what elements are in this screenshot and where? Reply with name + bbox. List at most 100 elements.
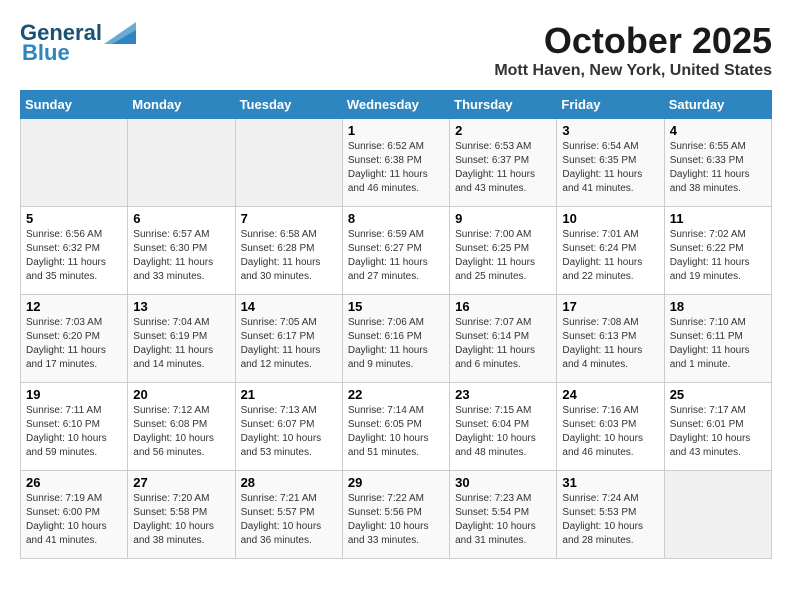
sunrise-label: Sunrise: 7:07 AM bbox=[455, 317, 531, 328]
calendar-cell bbox=[128, 119, 235, 207]
day-number: 27 bbox=[133, 475, 229, 490]
header: General Blue October 2025 Mott Haven, Ne… bbox=[20, 20, 772, 80]
weekday-header: Sunday bbox=[21, 91, 128, 119]
day-number: 4 bbox=[670, 123, 766, 138]
weekday-header: Tuesday bbox=[235, 91, 342, 119]
sunset-label: Sunset: 5:56 PM bbox=[348, 507, 422, 518]
day-info: Sunrise: 7:17 AM Sunset: 6:01 PM Dayligh… bbox=[670, 404, 766, 460]
daylight-label: Daylight: 11 hours and 27 minutes. bbox=[348, 257, 428, 282]
calendar-table: SundayMondayTuesdayWednesdayThursdayFrid… bbox=[20, 90, 772, 559]
calendar-cell bbox=[235, 119, 342, 207]
sunrise-label: Sunrise: 6:56 AM bbox=[26, 229, 102, 240]
day-info: Sunrise: 7:07 AM Sunset: 6:14 PM Dayligh… bbox=[455, 316, 551, 372]
day-number: 24 bbox=[562, 387, 658, 402]
calendar-cell: 5 Sunrise: 6:56 AM Sunset: 6:32 PM Dayli… bbox=[21, 207, 128, 295]
logo: General Blue bbox=[20, 20, 136, 66]
daylight-label: Daylight: 11 hours and 46 minutes. bbox=[348, 169, 428, 194]
daylight-label: Daylight: 10 hours and 36 minutes. bbox=[241, 521, 322, 546]
calendar-cell: 8 Sunrise: 6:59 AM Sunset: 6:27 PM Dayli… bbox=[342, 207, 449, 295]
sunset-label: Sunset: 6:14 PM bbox=[455, 331, 529, 342]
sunset-label: Sunset: 6:28 PM bbox=[241, 243, 315, 254]
day-number: 31 bbox=[562, 475, 658, 490]
day-info: Sunrise: 7:19 AM Sunset: 6:00 PM Dayligh… bbox=[26, 492, 122, 548]
sunrise-label: Sunrise: 7:00 AM bbox=[455, 229, 531, 240]
calendar-cell: 12 Sunrise: 7:03 AM Sunset: 6:20 PM Dayl… bbox=[21, 295, 128, 383]
daylight-label: Daylight: 11 hours and 35 minutes. bbox=[26, 257, 106, 282]
weekday-header: Wednesday bbox=[342, 91, 449, 119]
logo-icon bbox=[104, 22, 136, 44]
day-info: Sunrise: 7:22 AM Sunset: 5:56 PM Dayligh… bbox=[348, 492, 444, 548]
sunrise-label: Sunrise: 7:12 AM bbox=[133, 405, 209, 416]
sunrise-label: Sunrise: 7:01 AM bbox=[562, 229, 638, 240]
day-number: 8 bbox=[348, 211, 444, 226]
calendar-cell: 16 Sunrise: 7:07 AM Sunset: 6:14 PM Dayl… bbox=[450, 295, 557, 383]
sunrise-label: Sunrise: 7:04 AM bbox=[133, 317, 209, 328]
sunset-label: Sunset: 6:17 PM bbox=[241, 331, 315, 342]
calendar-cell: 11 Sunrise: 7:02 AM Sunset: 6:22 PM Dayl… bbox=[664, 207, 771, 295]
daylight-label: Daylight: 10 hours and 31 minutes. bbox=[455, 521, 536, 546]
daylight-label: Daylight: 11 hours and 19 minutes. bbox=[670, 257, 750, 282]
calendar-cell: 1 Sunrise: 6:52 AM Sunset: 6:38 PM Dayli… bbox=[342, 119, 449, 207]
day-info: Sunrise: 6:55 AM Sunset: 6:33 PM Dayligh… bbox=[670, 140, 766, 196]
day-info: Sunrise: 7:05 AM Sunset: 6:17 PM Dayligh… bbox=[241, 316, 337, 372]
daylight-label: Daylight: 11 hours and 17 minutes. bbox=[26, 345, 106, 370]
day-info: Sunrise: 7:23 AM Sunset: 5:54 PM Dayligh… bbox=[455, 492, 551, 548]
calendar-cell: 31 Sunrise: 7:24 AM Sunset: 5:53 PM Dayl… bbox=[557, 471, 664, 559]
sunrise-label: Sunrise: 7:03 AM bbox=[26, 317, 102, 328]
calendar-week-row: 5 Sunrise: 6:56 AM Sunset: 6:32 PM Dayli… bbox=[21, 207, 772, 295]
sunset-label: Sunset: 6:01 PM bbox=[670, 419, 744, 430]
sunrise-label: Sunrise: 7:05 AM bbox=[241, 317, 317, 328]
sunset-label: Sunset: 6:30 PM bbox=[133, 243, 207, 254]
sunset-label: Sunset: 6:27 PM bbox=[348, 243, 422, 254]
day-number: 9 bbox=[455, 211, 551, 226]
calendar-week-row: 12 Sunrise: 7:03 AM Sunset: 6:20 PM Dayl… bbox=[21, 295, 772, 383]
sunset-label: Sunset: 6:20 PM bbox=[26, 331, 100, 342]
day-info: Sunrise: 7:21 AM Sunset: 5:57 PM Dayligh… bbox=[241, 492, 337, 548]
sunset-label: Sunset: 6:19 PM bbox=[133, 331, 207, 342]
calendar-cell: 21 Sunrise: 7:13 AM Sunset: 6:07 PM Dayl… bbox=[235, 383, 342, 471]
day-info: Sunrise: 7:14 AM Sunset: 6:05 PM Dayligh… bbox=[348, 404, 444, 460]
weekday-header: Thursday bbox=[450, 91, 557, 119]
day-number: 10 bbox=[562, 211, 658, 226]
sunrise-label: Sunrise: 7:10 AM bbox=[670, 317, 746, 328]
calendar-cell bbox=[664, 471, 771, 559]
day-number: 28 bbox=[241, 475, 337, 490]
calendar-cell: 6 Sunrise: 6:57 AM Sunset: 6:30 PM Dayli… bbox=[128, 207, 235, 295]
day-number: 14 bbox=[241, 299, 337, 314]
sunset-label: Sunset: 5:54 PM bbox=[455, 507, 529, 518]
weekday-header: Saturday bbox=[664, 91, 771, 119]
sunset-label: Sunset: 5:57 PM bbox=[241, 507, 315, 518]
sunset-label: Sunset: 6:25 PM bbox=[455, 243, 529, 254]
daylight-label: Daylight: 10 hours and 46 minutes. bbox=[562, 433, 643, 458]
calendar-cell: 23 Sunrise: 7:15 AM Sunset: 6:04 PM Dayl… bbox=[450, 383, 557, 471]
day-number: 13 bbox=[133, 299, 229, 314]
day-info: Sunrise: 7:13 AM Sunset: 6:07 PM Dayligh… bbox=[241, 404, 337, 460]
sunrise-label: Sunrise: 7:24 AM bbox=[562, 493, 638, 504]
daylight-label: Daylight: 11 hours and 33 minutes. bbox=[133, 257, 213, 282]
day-number: 18 bbox=[670, 299, 766, 314]
day-number: 12 bbox=[26, 299, 122, 314]
logo-blue: Blue bbox=[22, 40, 70, 66]
sunrise-label: Sunrise: 6:58 AM bbox=[241, 229, 317, 240]
sunset-label: Sunset: 6:05 PM bbox=[348, 419, 422, 430]
day-number: 15 bbox=[348, 299, 444, 314]
day-info: Sunrise: 6:54 AM Sunset: 6:35 PM Dayligh… bbox=[562, 140, 658, 196]
sunrise-label: Sunrise: 7:22 AM bbox=[348, 493, 424, 504]
sunset-label: Sunset: 6:22 PM bbox=[670, 243, 744, 254]
sunrise-label: Sunrise: 7:13 AM bbox=[241, 405, 317, 416]
day-number: 16 bbox=[455, 299, 551, 314]
day-info: Sunrise: 7:03 AM Sunset: 6:20 PM Dayligh… bbox=[26, 316, 122, 372]
daylight-label: Daylight: 10 hours and 53 minutes. bbox=[241, 433, 322, 458]
day-number: 30 bbox=[455, 475, 551, 490]
location: Mott Haven, New York, United States bbox=[494, 62, 772, 80]
daylight-label: Daylight: 11 hours and 1 minute. bbox=[670, 345, 750, 370]
day-info: Sunrise: 7:20 AM Sunset: 5:58 PM Dayligh… bbox=[133, 492, 229, 548]
calendar-cell: 22 Sunrise: 7:14 AM Sunset: 6:05 PM Dayl… bbox=[342, 383, 449, 471]
sunset-label: Sunset: 6:10 PM bbox=[26, 419, 100, 430]
daylight-label: Daylight: 11 hours and 14 minutes. bbox=[133, 345, 213, 370]
daylight-label: Daylight: 11 hours and 38 minutes. bbox=[670, 169, 750, 194]
sunset-label: Sunset: 6:04 PM bbox=[455, 419, 529, 430]
sunrise-label: Sunrise: 6:55 AM bbox=[670, 141, 746, 152]
day-number: 3 bbox=[562, 123, 658, 138]
calendar-cell: 20 Sunrise: 7:12 AM Sunset: 6:08 PM Dayl… bbox=[128, 383, 235, 471]
